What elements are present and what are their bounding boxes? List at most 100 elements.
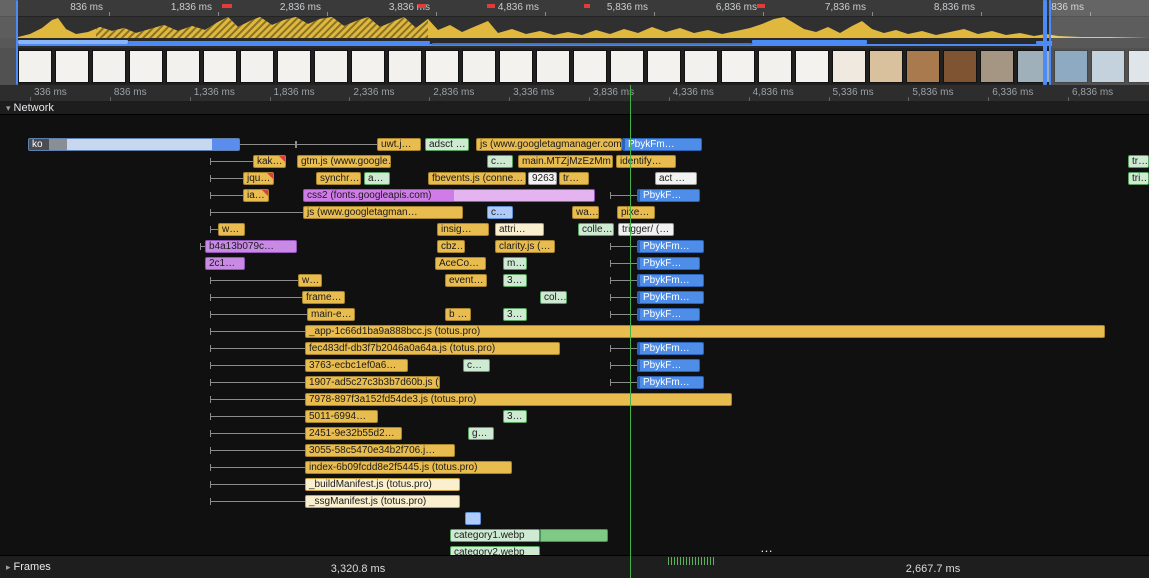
film-frame[interactable] — [647, 50, 681, 83]
film-frame[interactable] — [795, 50, 829, 83]
network-request-bar[interactable]: pixe… — [617, 206, 655, 219]
film-frame[interactable] — [832, 50, 866, 83]
network-section-header[interactable]: ▾Network — [0, 101, 1149, 115]
film-frame[interactable] — [536, 50, 570, 83]
network-request-bar[interactable]: _ssgManifest.js (totus.pro) — [305, 495, 460, 508]
performance-overview[interactable]: 836 ms1,836 ms2,836 ms3,836 ms4,836 ms5,… — [0, 0, 1149, 85]
network-request-bar[interactable]: b … — [445, 308, 471, 321]
network-request-bar[interactable]: main-e… — [307, 308, 355, 321]
film-frame[interactable] — [721, 50, 755, 83]
network-request-bar[interactable]: synchr… — [316, 172, 361, 185]
network-request-bar[interactable]: tri… — [1128, 172, 1149, 185]
selection-left-handle[interactable] — [16, 0, 18, 85]
network-request-bar[interactable]: attri… — [495, 223, 544, 236]
film-frame[interactable] — [943, 50, 977, 83]
network-request-bar[interactable]: identify… — [616, 155, 676, 168]
network-request-bar[interactable]: ia… — [243, 189, 269, 202]
film-frame[interactable] — [240, 50, 274, 83]
film-frame[interactable] — [610, 50, 644, 83]
network-request-bar[interactable]: c… — [487, 206, 513, 219]
network-request-bar[interactable]: jqu… — [243, 172, 274, 185]
network-request-bar[interactable]: AceCo… — [435, 257, 486, 270]
network-request-bar[interactable]: main.MTZjMzEzMm… — [518, 155, 613, 168]
network-request-bar[interactable]: g… — [468, 427, 494, 440]
film-frame[interactable] — [203, 50, 237, 83]
network-request-bar[interactable]: 3055-58c5470e34b2f706.j… — [305, 444, 455, 457]
network-request-bar[interactable]: c… — [463, 359, 490, 372]
network-request-bar[interactable] — [465, 512, 481, 525]
network-request-bar[interactable]: cbz… — [437, 240, 465, 253]
network-request-bar[interactable]: 9263… — [528, 172, 557, 185]
network-request-bar[interactable]: c… — [487, 155, 513, 168]
film-frame[interactable] — [314, 50, 348, 83]
film-frame[interactable] — [55, 50, 89, 83]
network-request-bar[interactable]: kak… — [253, 155, 286, 168]
network-request-bar[interactable]: PbykF… — [637, 189, 700, 202]
network-request-bar[interactable]: PbykFm… — [622, 138, 702, 151]
network-request-bar[interactable]: w… — [298, 274, 322, 287]
network-request-bar[interactable]: index-6b09fcdd8e2f5445.js (totus.pro) — [305, 461, 512, 474]
network-request-bar[interactable]: a… — [364, 172, 390, 185]
film-frame[interactable] — [758, 50, 792, 83]
network-request-bar[interactable]: w… — [218, 223, 245, 236]
network-request-bar[interactable]: PbykFm… — [637, 240, 704, 253]
network-request-bar[interactable]: category2.webp — [450, 546, 540, 555]
film-frame[interactable] — [980, 50, 1014, 83]
film-frame[interactable] — [425, 50, 459, 83]
network-request-bar[interactable]: ko — [28, 138, 240, 151]
network-request-bar[interactable]: clarity.js (… — [495, 240, 555, 253]
network-request-bar[interactable]: m… — [503, 257, 527, 270]
network-request-bar[interactable]: PbykFm… — [637, 342, 704, 355]
network-request-bar[interactable]: 7978-897f3a152fd54de3.js (totus.pro) — [305, 393, 732, 406]
film-frame[interactable] — [869, 50, 903, 83]
network-request-bar[interactable]: insig… — [437, 223, 489, 236]
main-time-ruler[interactable]: 336 ms836 ms1,336 ms1,836 ms2,336 ms2,83… — [0, 85, 1149, 102]
network-request-bar[interactable]: PbykFm… — [637, 291, 704, 304]
film-frame[interactable] — [92, 50, 126, 83]
network-request-bar[interactable]: _buildManifest.js (totus.pro) — [305, 478, 460, 491]
film-frame[interactable] — [462, 50, 496, 83]
network-request-bar[interactable]: adsct … — [425, 138, 469, 151]
more-requests-ellipsis[interactable]: … — [760, 540, 774, 555]
film-frame[interactable] — [129, 50, 163, 83]
network-request-bar[interactable]: PbykF… — [637, 359, 700, 372]
network-request-bar[interactable]: uwt.j… — [377, 138, 421, 151]
network-request-bar[interactable]: event… — [445, 274, 487, 287]
network-request-bar[interactable]: b4a13b079c… — [205, 240, 297, 253]
network-request-bar[interactable]: PbykFm… — [637, 274, 704, 287]
network-request-bar[interactable]: tr… — [559, 172, 589, 185]
network-request-bar[interactable]: wa… — [572, 206, 599, 219]
frames-track-header[interactable]: ▸Frames — [6, 561, 51, 573]
network-request-bar[interactable]: frame… — [302, 291, 345, 304]
network-request-bar[interactable]: PbykFm… — [637, 376, 704, 389]
network-request-bar[interactable]: 2451-9e32b55d2… — [305, 427, 402, 440]
network-request-bar[interactable]: 3763-ecbc1ef0a6… — [305, 359, 408, 372]
network-request-bar[interactable]: colle… — [578, 223, 614, 236]
network-request-bar[interactable]: PbykF… — [637, 257, 700, 270]
network-request-bar[interactable]: 2c1… — [205, 257, 245, 270]
network-request-bar[interactable]: 5011-6994… — [305, 410, 378, 423]
network-request-bar[interactable]: act … — [655, 172, 697, 185]
film-frame[interactable] — [388, 50, 422, 83]
network-request-bar[interactable]: 3… — [503, 410, 527, 423]
network-request-bar[interactable]: trigger/ (… — [618, 223, 674, 236]
network-request-bar[interactable]: gtm.js (www.google… — [297, 155, 391, 168]
network-request-bar[interactable]: _app-1c66d1ba9a888bcc.js (totus.pro) — [305, 325, 1105, 338]
network-request-bar[interactable]: 3… — [503, 308, 527, 321]
selection-right-handle[interactable] — [1043, 0, 1047, 85]
film-frame[interactable] — [277, 50, 311, 83]
film-frame[interactable] — [351, 50, 385, 83]
film-frame[interactable] — [18, 50, 52, 83]
network-request-bar[interactable]: fec483df-db3f7b2046a0a64a.js (totus.pro) — [305, 342, 560, 355]
film-frame[interactable] — [906, 50, 940, 83]
network-request-bar[interactable]: category1.webp — [450, 529, 540, 542]
network-request-bar[interactable]: css2 (fonts.googleapis.com) — [303, 189, 595, 202]
selection-right-handle-grip[interactable] — [1049, 0, 1051, 85]
network-request-bar[interactable]: col… — [540, 291, 567, 304]
film-frame[interactable] — [573, 50, 607, 83]
film-frame[interactable] — [684, 50, 718, 83]
network-request-bar[interactable]: js (www.googletagman… — [303, 206, 463, 219]
network-request-bar[interactable]: tr… — [1128, 155, 1149, 168]
network-request-bar[interactable]: fbevents.js (conne… — [428, 172, 526, 185]
network-request-bar[interactable]: 1907-ad5c27c3b3b7d60b.js (tot… — [305, 376, 440, 389]
